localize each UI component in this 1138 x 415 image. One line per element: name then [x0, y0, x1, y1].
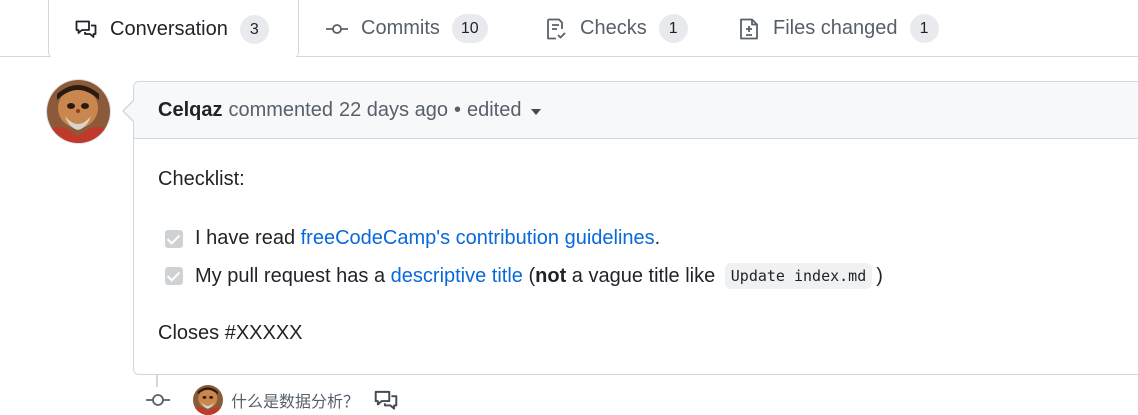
comment-author[interactable]: Celqaz [158, 99, 222, 122]
separator-dot: • [453, 98, 461, 121]
checklist-icon [544, 17, 568, 41]
task-text-suffix: . [654, 227, 661, 249]
tab-checks[interactable]: Checks 1 [544, 0, 688, 57]
tab-counter: 1 [909, 14, 939, 43]
tab-label: Files changed [773, 17, 898, 39]
task-text: I have read [195, 227, 301, 249]
tab-label: Commits [361, 17, 440, 39]
tab-conversation[interactable]: Conversation 3 [48, 0, 299, 58]
git-commit-icon [144, 386, 172, 414]
comment-timestamp[interactable]: 22 days ago [339, 99, 448, 122]
tab-label: Conversation [110, 17, 228, 40]
comment-discussion-icon[interactable] [373, 387, 399, 413]
task-text-bold: not [535, 264, 567, 287]
comment-discussion-icon [74, 17, 98, 41]
task-item: My pull request has a descriptive title … [165, 263, 883, 289]
contribution-guidelines-link[interactable]: freeCodeCamp's contribution guidelines [301, 227, 655, 250]
file-diff-icon [737, 17, 761, 41]
task-checkbox[interactable] [165, 267, 183, 285]
comment-caret-fill [124, 100, 135, 122]
tab-label: Checks [580, 17, 647, 39]
pr-tabs: Conversation 3 Commits 10 Checks 1 Files… [0, 0, 1138, 58]
tab-commits[interactable]: Commits 10 [325, 0, 488, 57]
closes-issue-text: Closes #XXXXX [158, 322, 303, 344]
commit-author-avatar[interactable] [193, 385, 223, 415]
tab-counter: 10 [451, 14, 488, 43]
task-text-paren: ( [522, 264, 536, 287]
edited-label: edited [466, 98, 522, 121]
author-avatar[interactable] [47, 80, 110, 143]
tab-counter: 3 [239, 14, 269, 44]
triangle-down-icon [531, 109, 542, 115]
task-checkbox[interactable] [165, 229, 183, 248]
inline-code: Update index.md [724, 263, 873, 289]
checklist-title: Checklist: [158, 168, 245, 190]
task-text-middle: a vague title like [566, 264, 721, 287]
comment-action: commented [228, 98, 333, 121]
descriptive-title-link[interactable]: descriptive title [391, 265, 523, 288]
task-text-paren-close: ) [876, 264, 883, 287]
task-text: My pull request has a [195, 264, 391, 287]
git-commit-icon [325, 17, 349, 41]
comment-header: Celqaz commented 22 days ago • edited [134, 82, 1138, 139]
timeline-commit: 什么是数据分析？ [144, 385, 399, 415]
tab-files-changed[interactable]: Files changed 1 [737, 0, 939, 57]
pr-comment: Celqaz commented 22 days ago • edited Ch… [122, 81, 1138, 375]
edited-dropdown[interactable]: edited [467, 99, 542, 122]
tab-counter: 1 [658, 14, 688, 43]
commit-message-link[interactable]: 什么是数据分析？ [231, 388, 359, 412]
task-item: I have read freeCodeCamp's contribution … [165, 227, 660, 250]
